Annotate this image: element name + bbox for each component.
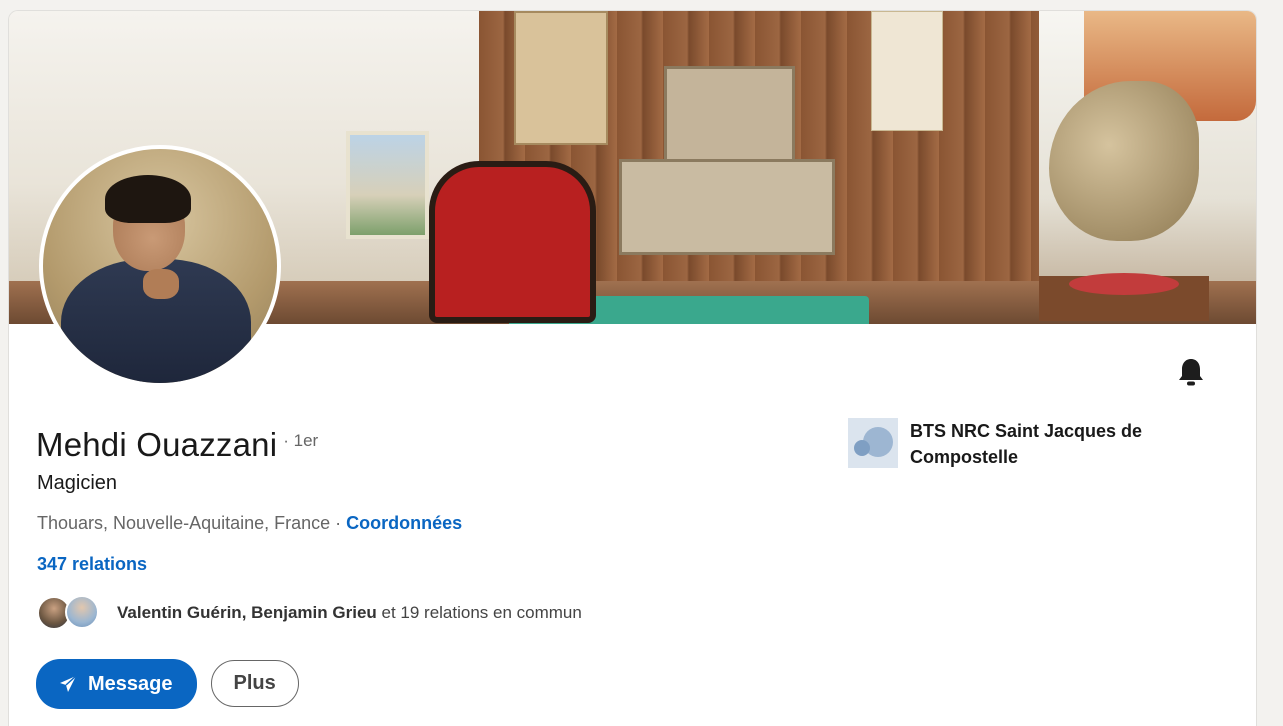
- avatar: [65, 595, 99, 629]
- profile-headline: Magicien: [37, 472, 118, 494]
- education-item[interactable]: BTS NRC Saint Jacques de Compostelle: [848, 418, 1190, 470]
- relations-link[interactable]: 347 relations: [37, 554, 147, 575]
- bell-icon[interactable]: [1175, 356, 1207, 388]
- contact-info-link[interactable]: Coordonnées: [346, 513, 462, 534]
- separator: ·: [335, 513, 342, 533]
- profile-name: Mehdi Ouazzani: [36, 426, 278, 463]
- mutual-rest: et 19 relations en commun: [376, 603, 582, 622]
- name-row: Mehdi Ouazzani · 1er: [36, 426, 318, 464]
- location-text: Thouars, Nouvelle-Aquitaine, France: [37, 513, 331, 533]
- mutual-names: Valentin Guérin, Benjamin Grieu: [117, 603, 377, 622]
- school-name: BTS NRC Saint Jacques de Compostelle: [910, 421, 1143, 467]
- connection-degree: · 1er: [283, 431, 319, 450]
- paper-plane-icon: [60, 675, 77, 692]
- location-row: Thouars, Nouvelle-Aquitaine, France · Co…: [37, 513, 462, 534]
- message-button[interactable]: Message: [36, 659, 197, 709]
- mutual-connections[interactable]: Valentin Guérin, Benjamin Grieu et 19 re…: [37, 591, 582, 635]
- mutual-avatars: [37, 591, 109, 635]
- action-buttons: Message Plus: [36, 659, 299, 709]
- school-logo: [848, 418, 898, 468]
- mutual-text[interactable]: Valentin Guérin, Benjamin Grieu et 19 re…: [117, 603, 582, 623]
- more-button[interactable]: Plus: [210, 660, 299, 707]
- message-label: Message: [88, 672, 173, 695]
- profile-avatar[interactable]: [39, 145, 281, 387]
